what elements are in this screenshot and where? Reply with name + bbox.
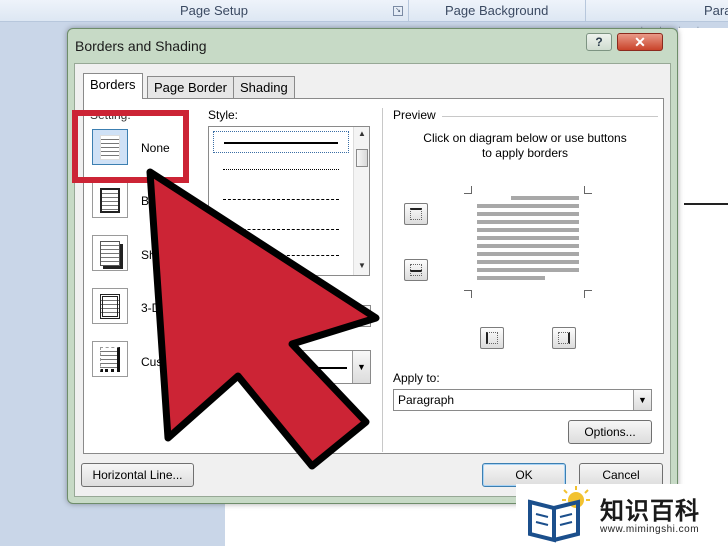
style-label: Style: (208, 108, 239, 122)
ribbon-group-paragraph[interactable]: Para (704, 3, 728, 18)
scroll-down-icon[interactable]: ▼ (356, 261, 368, 273)
preview-hint: Click on diagram below or use buttons to… (423, 131, 627, 160)
style-list-scrollbar[interactable]: ▲ ▼ (353, 127, 369, 275)
ribbon-group-page-background[interactable]: Page Background (445, 3, 548, 18)
left-border-button[interactable] (480, 327, 504, 349)
color-combo[interactable] (358, 305, 371, 327)
dialog-launcher-icon[interactable]: ↘ (393, 6, 403, 16)
document-border-line (684, 203, 728, 205)
setting-3d-label[interactable]: 3-D (141, 301, 160, 315)
setting-box-icon[interactable] (92, 182, 128, 218)
document-page (678, 28, 728, 480)
ribbon-separator (585, 0, 586, 22)
watermark: 知识百科 www.mimingshi.com (516, 484, 728, 546)
close-button[interactable]: ✕ (617, 33, 663, 51)
inside-horizontal-border-icon (410, 264, 422, 276)
options-button[interactable]: Options... (568, 420, 652, 444)
setting-shadow-icon[interactable] (92, 235, 128, 271)
tab-shading[interactable]: Shading (233, 76, 295, 98)
left-border-icon (486, 332, 498, 344)
watermark-title: 知识百科 (600, 498, 700, 525)
setting-3d-icon[interactable] (92, 288, 128, 324)
top-border-icon (410, 208, 422, 220)
right-border-icon (558, 332, 570, 344)
ribbon-separator (408, 0, 409, 22)
inside-horizontal-border-button[interactable] (404, 259, 428, 281)
chevron-down-icon[interactable]: ▼ (633, 390, 651, 410)
ribbon-bar: Page Setup ↘ Page Background Para (0, 0, 728, 22)
style-item-dash-dot[interactable] (213, 245, 349, 267)
style-list[interactable]: ▲ ▼ (208, 126, 370, 276)
help-button[interactable]: ? (586, 33, 612, 51)
chevron-down-icon[interactable]: ▼ (352, 351, 370, 383)
scroll-up-icon[interactable]: ▲ (356, 129, 368, 141)
horizontal-line-button[interactable]: Horizontal Line... (81, 463, 194, 487)
style-item-dashed-small[interactable] (213, 189, 349, 211)
setting-custom-icon[interactable] (92, 341, 128, 377)
tab-page-border[interactable]: Page Border (147, 76, 234, 98)
setting-box-label[interactable]: B (141, 194, 149, 208)
highlight-box (72, 110, 189, 183)
top-border-button[interactable] (404, 203, 428, 225)
dialog-title: Borders and Shading (75, 38, 207, 54)
watermark-url: www.mimingshi.com (600, 524, 700, 535)
preview-text-lines (477, 196, 579, 284)
scroll-thumb[interactable] (356, 149, 368, 167)
preview-rule (442, 116, 658, 117)
section-divider (382, 108, 383, 452)
setting-shadow-label[interactable]: Sh (141, 248, 156, 262)
style-item-solid[interactable] (213, 131, 349, 153)
tab-borders[interactable]: Borders (83, 73, 143, 99)
preview-label: Preview (393, 108, 436, 122)
setting-custom-label[interactable]: Cust (141, 355, 166, 369)
right-border-button[interactable] (552, 327, 576, 349)
apply-to-select[interactable]: Paragraph ▼ (393, 389, 652, 411)
apply-to-label: Apply to: (393, 371, 440, 385)
close-icon: ✕ (634, 34, 646, 50)
style-item-dashed-large[interactable] (213, 219, 349, 241)
book-lightbulb-logo-icon (528, 486, 590, 543)
apply-to-value: Paragraph (398, 393, 455, 407)
ribbon-group-page-setup[interactable]: Page Setup (180, 3, 248, 18)
style-item-dotted[interactable] (213, 159, 349, 181)
width-combo[interactable]: ▼ (296, 350, 371, 384)
